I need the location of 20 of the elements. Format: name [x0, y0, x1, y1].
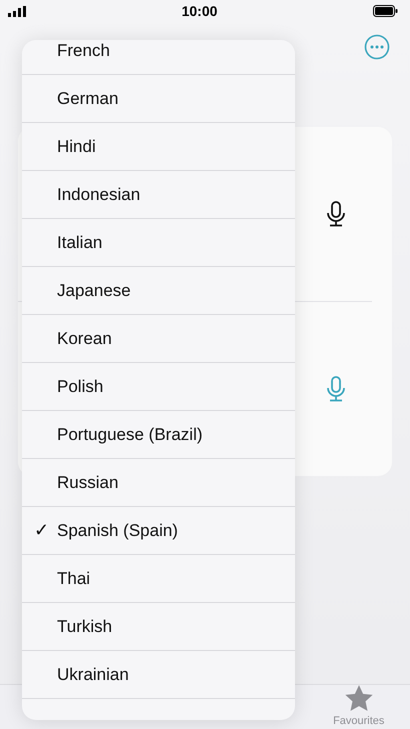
language-option[interactable]: German	[22, 75, 295, 123]
language-option[interactable]: Turkish	[22, 603, 295, 651]
language-option[interactable]: Japanese	[22, 267, 295, 315]
language-option[interactable]: Polish	[22, 363, 295, 411]
language-option[interactable]: Hindi	[22, 123, 295, 171]
language-option[interactable]: Thai	[22, 555, 295, 603]
checkmark: ✓	[34, 520, 50, 541]
language-option[interactable]: Ukrainian	[22, 651, 295, 699]
status-time: 10:00	[182, 3, 218, 19]
language-option[interactable]: Indonesian	[22, 171, 295, 219]
language-option[interactable]: French	[22, 40, 295, 75]
microphone-icon[interactable]	[326, 201, 346, 227]
star-icon	[344, 685, 373, 712]
battery-icon	[373, 5, 398, 17]
language-option[interactable]: Korean	[22, 315, 295, 363]
more-icon[interactable]	[364, 34, 390, 60]
signal-icon	[8, 6, 26, 16]
language-option[interactable]: ✓ Spanish (Spain)	[22, 507, 295, 555]
language-option[interactable]: Italian	[22, 219, 295, 267]
language-option[interactable]: Portuguese (Brazil)	[22, 411, 295, 459]
